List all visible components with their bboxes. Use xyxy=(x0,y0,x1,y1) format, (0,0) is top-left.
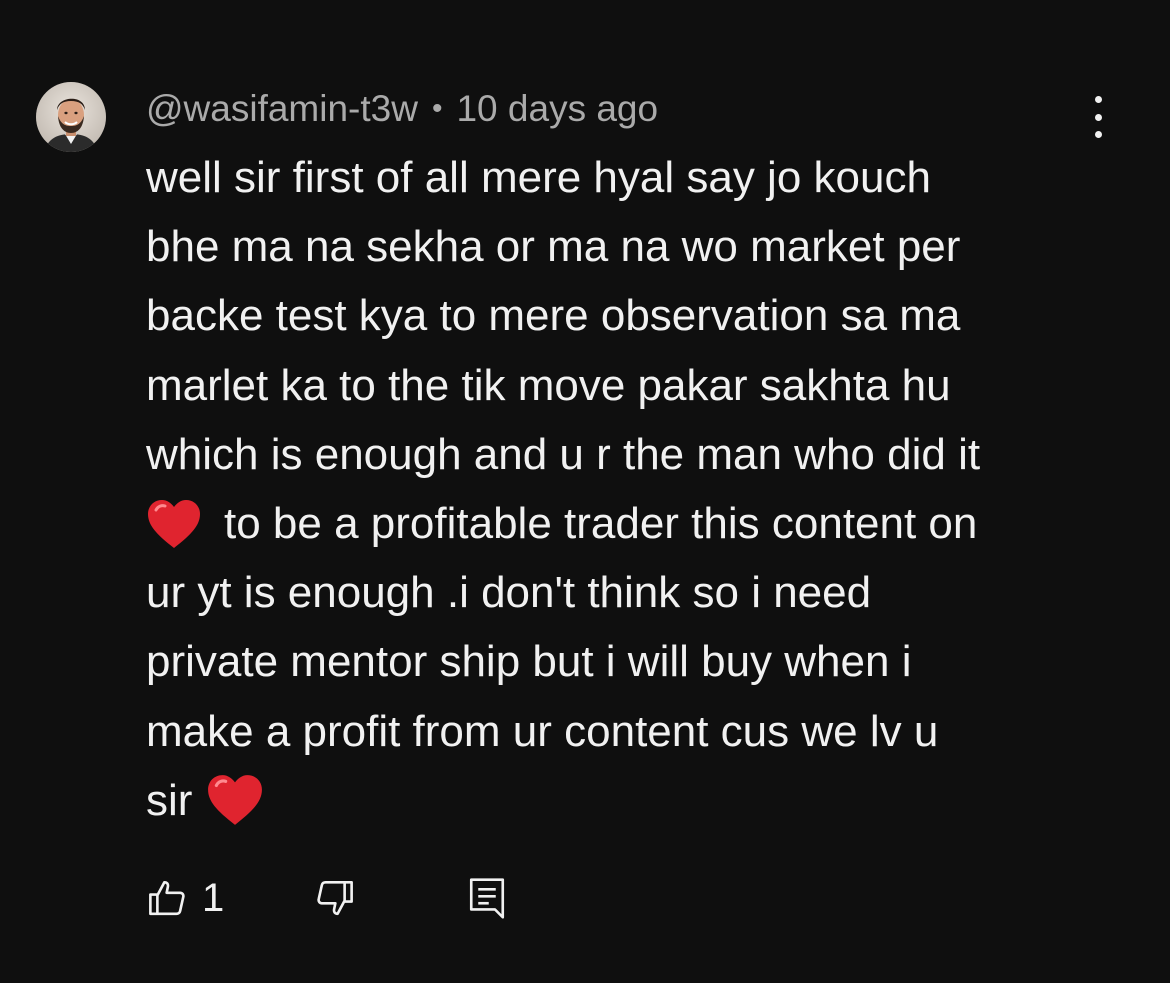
reply-button[interactable] xyxy=(466,875,508,921)
more-vert-icon-dot-1 xyxy=(1094,96,1102,103)
thumbs-up-icon xyxy=(149,880,185,916)
comment-line-with-emoji: to be a profitable trader this content o… xyxy=(146,489,1106,558)
more-vert-icon-dot-3 xyxy=(1094,131,1102,138)
comment-line: which is enough and u r the man who did … xyxy=(146,429,981,479)
like-button[interactable]: 1 xyxy=(146,876,224,921)
comment-line: ur yt is enough .i don't think so i need xyxy=(146,568,872,618)
comment-line-text: sir xyxy=(146,775,193,825)
reply-comment-icon xyxy=(470,878,505,919)
comment-card: @wasifamin-t3w • 10 days ago well sir fi… xyxy=(0,0,1170,983)
comment-line-text: to be a profitable trader this content o… xyxy=(224,498,978,548)
comment-actions: 1 xyxy=(146,870,508,926)
comment-line: well sir first of all mere hyal say jo k… xyxy=(146,153,931,202)
avatar[interactable] xyxy=(36,82,106,152)
thumbs-down-icon xyxy=(317,880,354,916)
comment-line: bhe ma na sekha or ma na wo market per xyxy=(146,222,961,272)
more-vert-icon-dot-2 xyxy=(1094,113,1102,121)
like-count: 1 xyxy=(202,875,225,920)
timestamp[interactable]: 10 days ago xyxy=(456,88,658,130)
heart-emoji-icon xyxy=(208,774,263,825)
author-handle[interactable]: @wasifamin-t3w xyxy=(146,88,418,130)
dislike-button[interactable] xyxy=(314,877,356,919)
comment-line: make a profit from ur content cus we lv … xyxy=(146,706,939,756)
comment-text: well sir first of all mere hyal say jo k… xyxy=(146,143,1106,835)
comment-line: marlet ka to the tik move pakar sakhta h… xyxy=(146,360,951,410)
comment-meta: @wasifamin-t3w • 10 days ago xyxy=(146,86,658,132)
avatar-image xyxy=(36,82,106,152)
comment-line-with-emoji: sir xyxy=(146,766,1106,835)
more-options-button[interactable] xyxy=(1078,96,1118,138)
meta-separator: • xyxy=(431,92,443,125)
comment-line: backe test kya to mere observation sa ma xyxy=(146,291,961,341)
comment-line: private mentor ship but i will buy when … xyxy=(146,637,912,687)
heart-emoji-icon xyxy=(148,499,200,548)
